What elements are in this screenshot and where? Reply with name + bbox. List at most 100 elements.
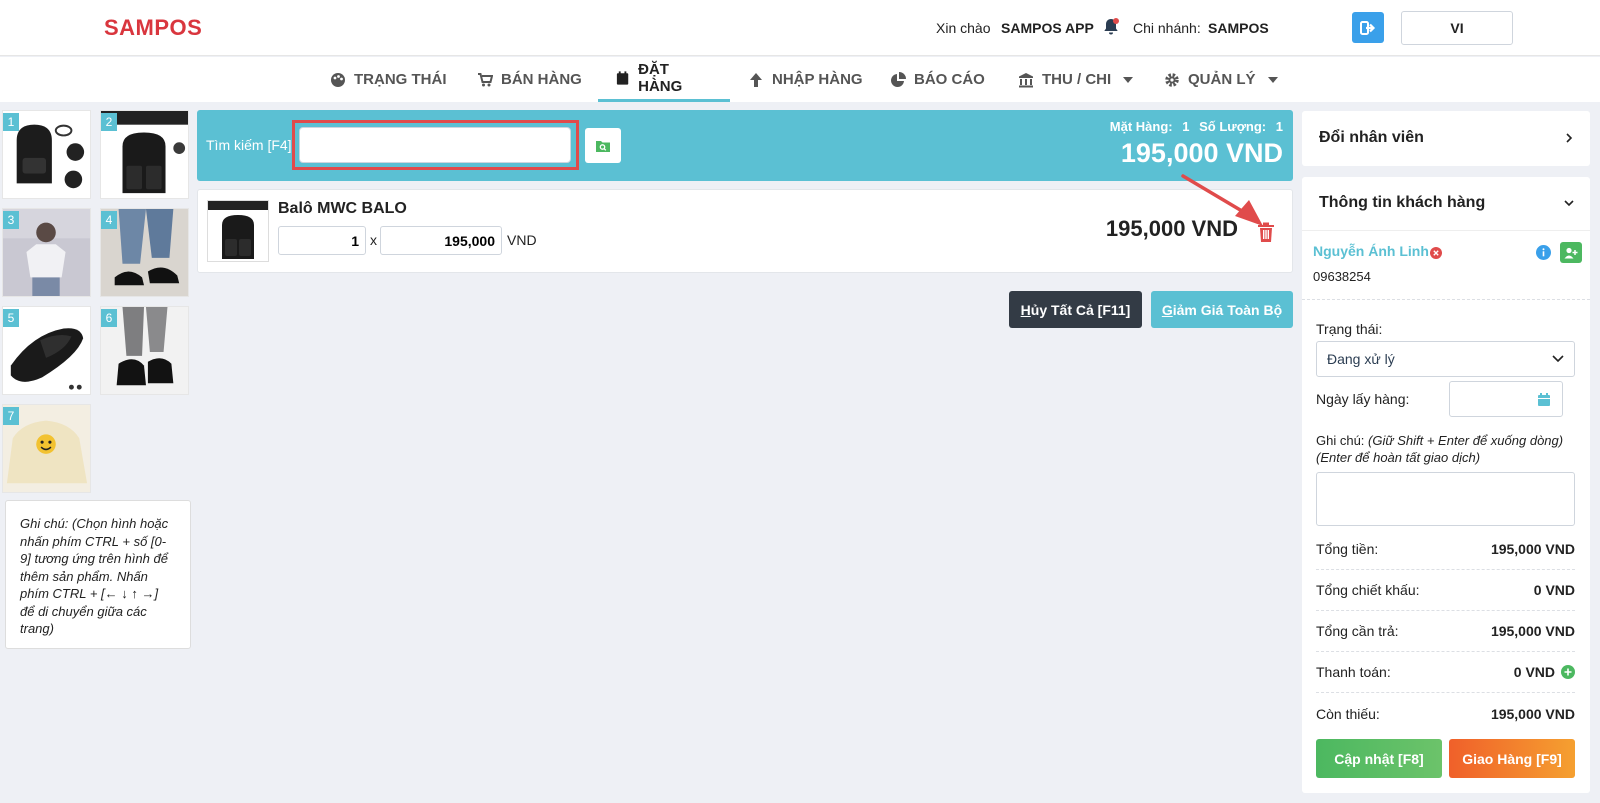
thumb-number: 2 xyxy=(101,113,117,131)
calendar-icon xyxy=(616,71,629,85)
search-label: Tìm kiếm [F4]: xyxy=(206,137,296,153)
customer-name[interactable]: Nguyễn Ánh Linh xyxy=(1313,243,1429,259)
calendar-icon xyxy=(1538,393,1550,406)
thumb-number: 5 xyxy=(3,309,19,327)
order-total: 195,000 VND xyxy=(1120,138,1283,168)
nav-label: BÁN HÀNG xyxy=(501,71,582,88)
nav-item-quan-ly[interactable]: QUẢN LÝ xyxy=(1164,57,1278,102)
chevron-right-icon xyxy=(1566,133,1573,143)
item-thumbnail xyxy=(207,200,269,262)
customer-phone: 09638254 xyxy=(1313,269,1371,284)
note-textarea[interactable] xyxy=(1316,472,1575,526)
product-thumb[interactable]: 3 xyxy=(2,208,91,297)
quantity-input[interactable] xyxy=(278,226,366,255)
product-thumb[interactable]: 7 xyxy=(2,404,91,493)
pickup-date-label: Ngày lấy hàng: xyxy=(1316,391,1410,407)
nav-item-thu-chi[interactable]: THU / CHI xyxy=(1018,57,1134,102)
main-nav: TRẠNG THÁI BÁN HÀNG ĐẶT HÀNG NHẬP HÀNG B… xyxy=(0,57,1600,102)
discount-all-hotkey: G xyxy=(1161,301,1173,318)
summary-value: 195,000 VND xyxy=(1490,623,1575,639)
nav-label: TRẠNG THÁI xyxy=(354,71,447,88)
search-product-button[interactable] xyxy=(585,128,621,163)
remove-customer-icon[interactable] xyxy=(1430,247,1442,259)
user-plus-icon xyxy=(1564,247,1578,258)
cancel-all-label: ủy Tất Cả [F11] xyxy=(1030,301,1131,318)
palette-icon xyxy=(331,72,345,87)
bank-icon xyxy=(1019,72,1033,87)
summary-label: Còn thiếu: xyxy=(1316,705,1380,722)
thumb-number: 3 xyxy=(3,211,19,229)
note-label-block: Ghi chú: (Giữ Shift + Enter để xuống dòn… xyxy=(1316,432,1576,466)
nav-label: BÁO CÁO xyxy=(914,71,985,88)
status-value: Đang xử lý xyxy=(1327,351,1395,367)
product-thumb[interactable]: 4 xyxy=(100,208,189,297)
branch-label: Chi nhánh: xyxy=(1133,20,1201,36)
nav-item-ban-hang[interactable]: BÁN HÀNG xyxy=(477,57,582,102)
pickup-date-input[interactable] xyxy=(1449,381,1563,417)
nav-item-bao-cao[interactable]: BÁO CÁO xyxy=(890,57,985,102)
update-button[interactable]: Cập nhật [F8] xyxy=(1316,739,1442,778)
order-counts: Mặt Hàng: 1 Số Lượng: 1 xyxy=(1104,119,1283,134)
trash-icon[interactable] xyxy=(1257,222,1275,242)
change-staff-row[interactable]: Đổi nhân viên xyxy=(1302,111,1590,166)
search-bar: Tìm kiếm [F4]: Mặt Hàng: 1 Số Lượng: 1 1… xyxy=(197,110,1293,181)
chevron-down-icon xyxy=(1552,355,1564,363)
nav-label: NHẬP HÀNG xyxy=(772,71,863,88)
add-customer-button[interactable] xyxy=(1560,242,1582,263)
summary-value: 195,000 VND xyxy=(1490,705,1575,722)
cancel-all-hotkey: H xyxy=(1020,301,1031,318)
status-label: Trạng thái: xyxy=(1316,321,1383,337)
quantity-count: 1 xyxy=(1275,119,1283,134)
logout-button[interactable] xyxy=(1352,12,1384,43)
nav-item-trang-thai[interactable]: TRẠNG THÁI xyxy=(330,57,447,102)
search-input[interactable] xyxy=(299,127,571,163)
multiply-sign: x xyxy=(370,232,377,248)
branch-name: SAMPOS xyxy=(1208,20,1269,36)
nav-item-nhap-hang[interactable]: NHẬP HÀNG xyxy=(748,57,863,102)
items-count: 1 xyxy=(1182,119,1190,134)
summary-label: Tổng cần trả: xyxy=(1316,623,1399,639)
product-thumb[interactable]: 2 xyxy=(100,110,189,199)
product-thumb[interactable]: 6 xyxy=(100,306,189,395)
deliver-button[interactable]: Giao Hàng [F9] xyxy=(1449,739,1575,778)
nav-label: THU / CHI xyxy=(1042,71,1112,88)
nav-label: ĐẶT HÀNG xyxy=(638,61,683,95)
order-line-item: Balô MWC BALO x VND 195,000 VND xyxy=(197,189,1293,273)
note-hint-enter: (Enter để hoàn tất giao dịch) xyxy=(1316,450,1481,465)
summary-row-discount: Tổng chiết khấu: 0 VND xyxy=(1316,570,1575,611)
cart-icon xyxy=(478,72,493,86)
chevron-down-icon[interactable] xyxy=(1564,198,1574,208)
summary-row-remaining: Còn thiếu: 195,000 VND xyxy=(1316,693,1575,734)
customer-info-header[interactable]: Thông tin khách hàng xyxy=(1319,194,1485,212)
pie-chart-icon xyxy=(891,71,906,87)
thumb-number: 1 xyxy=(3,113,19,131)
language-button[interactable]: VI xyxy=(1401,11,1513,45)
backpack-image xyxy=(208,201,268,261)
chevron-down-icon xyxy=(1267,76,1278,83)
currency-label: VND xyxy=(507,232,537,248)
sign-out-icon xyxy=(1360,20,1376,35)
cancel-all-button[interactable]: Hủy Tất Cả [F11] xyxy=(1009,291,1142,328)
arrow-up-icon xyxy=(750,72,762,87)
add-payment-icon[interactable] xyxy=(1561,665,1575,679)
search-highlight xyxy=(292,120,579,170)
product-thumb[interactable]: 5 xyxy=(2,306,91,395)
line-total: 195,000 VND xyxy=(1105,216,1238,241)
notification-bell-icon[interactable] xyxy=(1103,18,1119,36)
app-logo[interactable]: SAMPOS xyxy=(104,15,202,41)
product-thumb[interactable]: 1 xyxy=(2,110,91,199)
info-icon[interactable] xyxy=(1536,245,1551,260)
thumb-number: 4 xyxy=(101,211,117,229)
payment-value-group: 0 VND xyxy=(1514,664,1575,680)
user-name: SAMPOS APP xyxy=(1001,20,1094,36)
summary-row-payment: Thanh toán: 0 VND xyxy=(1316,652,1575,693)
greeting-label: Xin chào xyxy=(936,20,991,36)
customer-panel: Thông tin khách hàng Nguyễn Ánh Linh 096… xyxy=(1302,177,1590,793)
left-hint-note: Ghi chú: (Chọn hình hoặc nhấn phím CTRL … xyxy=(5,500,191,649)
discount-all-button[interactable]: Giảm Giá Toàn Bộ xyxy=(1151,291,1293,328)
status-select[interactable]: Đang xử lý xyxy=(1316,341,1575,377)
gear-icon xyxy=(1165,72,1179,87)
nav-item-dat-hang[interactable]: ĐẶT HÀNG xyxy=(598,57,730,102)
price-input[interactable] xyxy=(380,226,502,255)
discount-all-label: iảm Giá Toàn Bộ xyxy=(1172,301,1283,318)
